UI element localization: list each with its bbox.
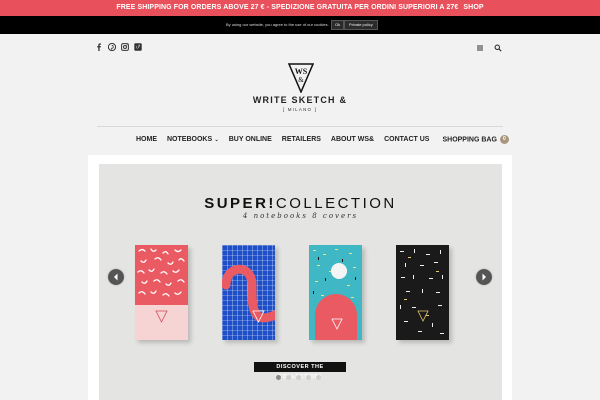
hero-subtitle: 4 notebooks 8 covers [242,212,359,220]
header-divider [97,126,503,127]
social-links [95,38,142,52]
instagram-icon[interactable] [121,38,129,51]
slider-dot[interactable] [296,375,301,380]
cookie-message: By using our website, you agree to the u… [226,22,329,27]
notebook-teal [309,245,362,340]
chevron-left-icon [108,269,124,285]
cookie-bar: By using our website, you agree to the u… [0,16,600,34]
slider-dot[interactable] [316,375,321,380]
chevron-down-icon: ⌄ [213,136,219,143]
slider-dots [276,375,321,380]
bag-count-badge: 0 [499,134,509,144]
logo-ws: WS [295,67,308,76]
hero-slider: SUPER!COLLECTION 4 notebooks 8 covers DI… [99,164,502,400]
menu-icon[interactable] [476,39,484,57]
nav-about[interactable]: ABOUT WS& [331,136,374,143]
brand-subtitle: [ MILANO ] [282,107,318,112]
slider-prev-button[interactable] [108,269,124,285]
nav-home[interactable]: HOME [136,136,157,143]
notebook-pink [135,245,188,340]
discover-collection-button[interactable]: DISCOVER THE COLLECTION! [254,362,346,380]
bag-label: SHOPPING BAG [442,135,497,143]
hero-title: SUPER!COLLECTION [99,195,502,212]
slider-dot[interactable] [306,375,311,380]
brand-name: WRITE SKETCH & [252,95,348,105]
brand-logo[interactable]: WS & [288,63,314,93]
nav-notebooks[interactable]: NOTEBOOKS ⌄ [167,136,219,143]
facebook-icon[interactable] [95,38,103,51]
nav-buy-online[interactable]: BUY ONLINE [229,136,272,143]
hero-title-bold: SUPER! [204,195,276,212]
promo-text: FREE SHIPPING FOR ORDERS ABOVE 27 € - SP… [116,4,459,11]
utility-icons [476,39,502,57]
nav-notebooks-label: NOTEBOOKS [167,135,213,143]
hero-title-rest: COLLECTION [275,195,397,212]
search-icon[interactable] [494,39,502,57]
nav-retailers[interactable]: RETAILERS [282,136,321,143]
slider-next-button[interactable] [476,269,492,285]
slider-dot[interactable] [286,375,291,380]
promo-bar: FREE SHIPPING FOR ORDERS ABOVE 27 € - SP… [0,0,600,16]
shop-link[interactable]: SHOP [463,4,483,11]
pinterest-icon[interactable] [107,38,117,52]
notebook-black [396,245,449,340]
vimeo-icon[interactable] [134,38,142,51]
shopping-bag-link[interactable]: SHOPPING BAG 0 [442,134,509,144]
notebook-blue-grid [222,245,275,340]
nav-contact[interactable]: CONTACT US [384,136,429,143]
cookie-ok-button[interactable]: Ok [331,20,345,30]
chevron-right-icon [476,269,492,285]
logo-amp: & [298,76,304,84]
slider-dot[interactable] [276,375,281,380]
privacy-policy-button[interactable]: Private policy [344,20,378,30]
main-nav: HOME NOTEBOOKS ⌄ BUY ONLINE RETAILERS AB… [136,133,509,145]
